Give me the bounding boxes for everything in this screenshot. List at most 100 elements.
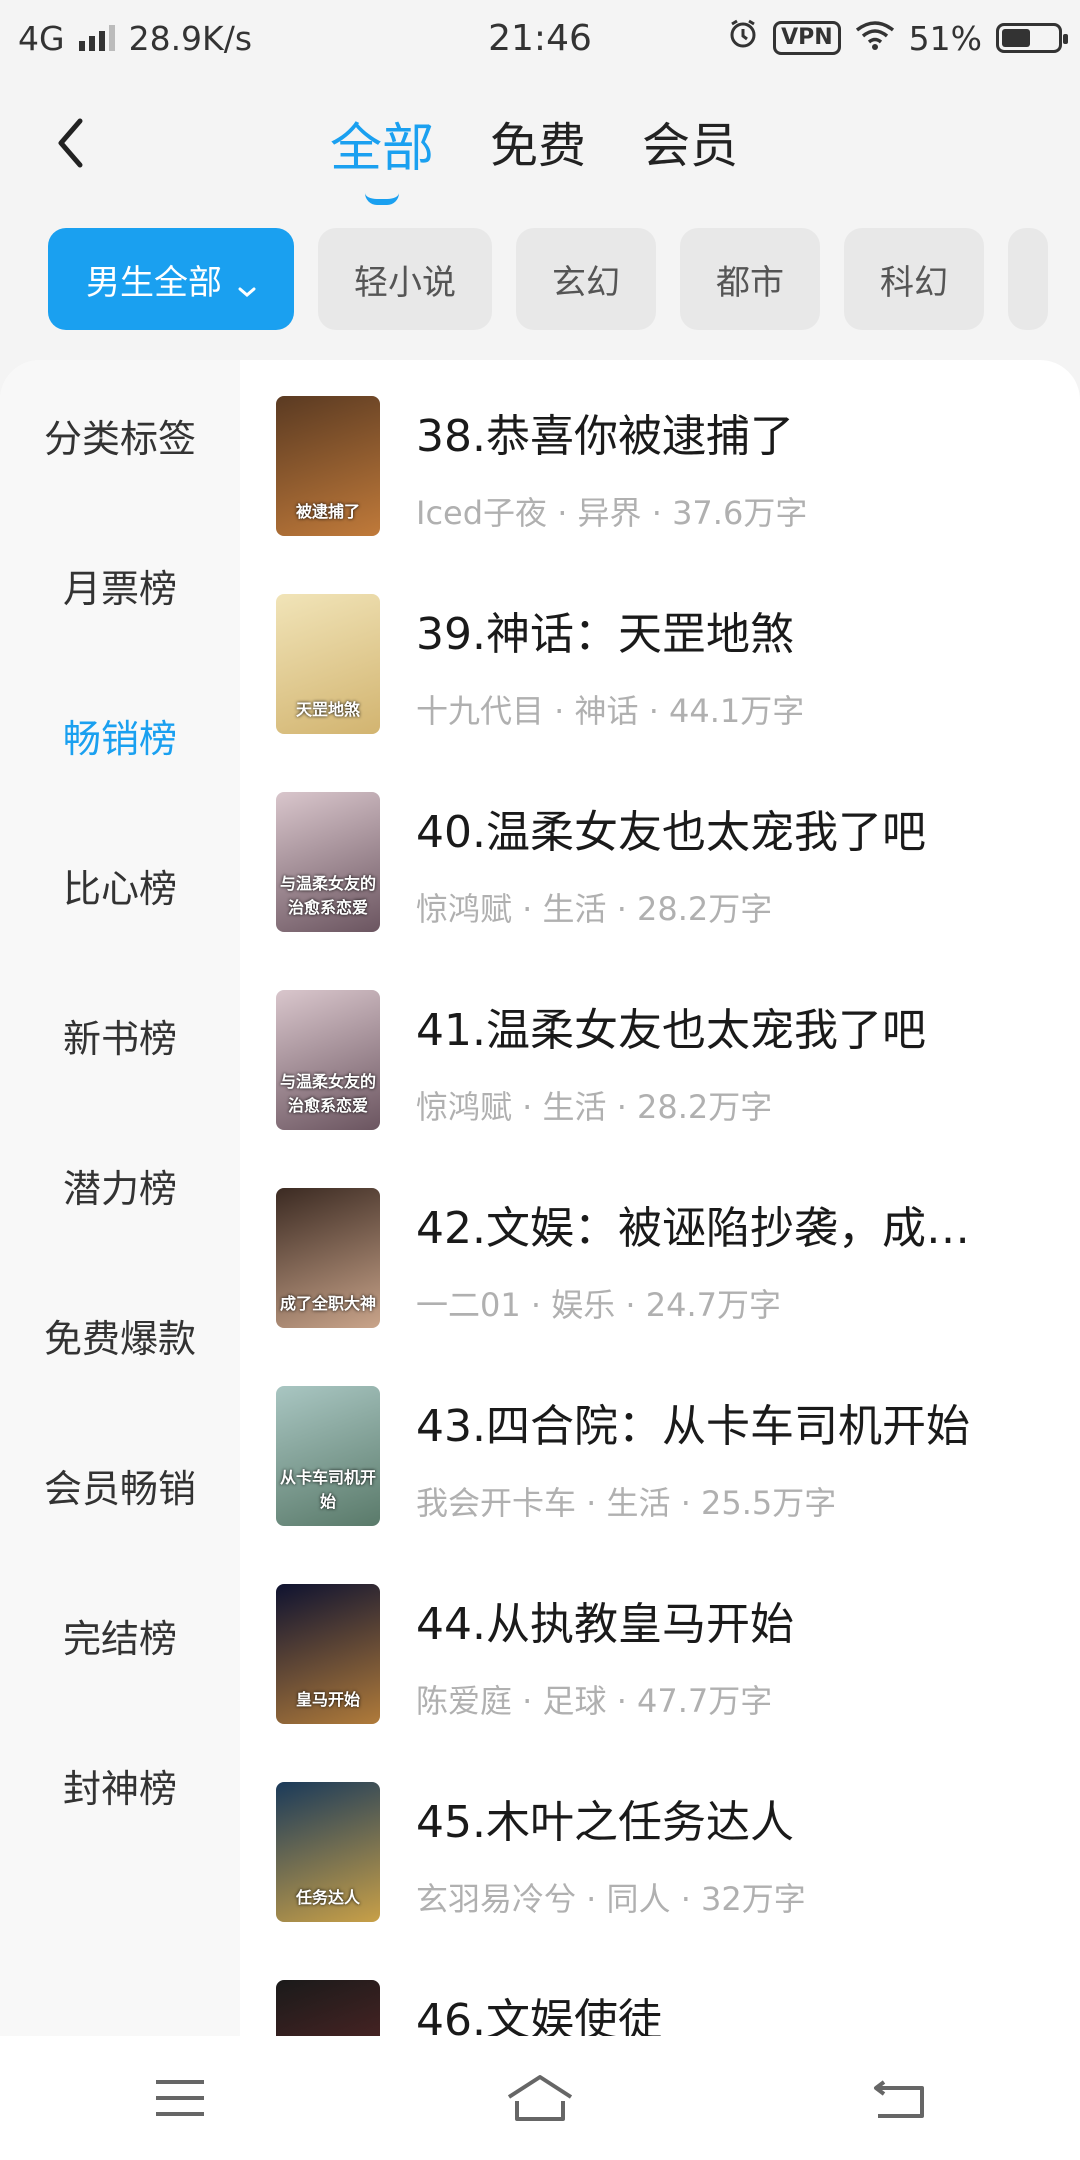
wifi-icon <box>855 19 895 58</box>
ranking-panel: 分类标签 月票榜 畅销榜 比心榜 新书榜 潜力榜 免费爆款 会员畅销 完结榜 封神榜 被逮捕了 38… <box>0 360 1080 2036</box>
tab-label: 免费 <box>490 118 587 174</box>
battery-percent: 51% <box>908 18 982 58</box>
battery-icon <box>996 23 1068 53</box>
filter-chip-label: 玄幻 <box>552 262 620 303</box>
filter-chip-label: 科幻 <box>880 262 948 303</box>
network-speed: 28.9K/s <box>128 18 253 58</box>
filter-chip-more[interactable] <box>1008 228 1048 330</box>
book-info: 43.四合院：从卡车司机开始我会开卡车 · 生活 · 25.5万字 <box>416 1386 970 1536</box>
book-row[interactable]: 天罡地煞 39.神话：天罡地煞十九代目 · 神话 · 44.1万字 <box>276 594 1050 744</box>
status-bar: 4G 28.9K/s 21:46 VPN 51% <box>0 0 1080 76</box>
cover-title-art: 皇马开始 <box>295 1690 360 1709</box>
book-cover[interactable] <box>276 1980 380 2036</box>
book-title[interactable]: 44.从执教皇马开始 <box>416 1588 794 1652</box>
book-row[interactable]: 皇马开始 44.从执教皇马开始陈爱庭 · 足球 · 47.7万字 <box>276 1584 1050 1734</box>
signal-icon <box>78 25 115 51</box>
book-info: 45.木叶之任务达人 玄羽易冷兮 · 同人 · 32万字 <box>416 1782 806 1932</box>
book-cover[interactable]: 从卡车司机开始 <box>276 1386 380 1526</box>
sidebar-item-3[interactable]: 比心榜 <box>0 810 240 960</box>
battery-fill <box>1002 29 1030 47</box>
filter-chip-label: 都市 <box>716 262 784 303</box>
sidebar-item-5[interactable]: 潜力榜 <box>0 1110 240 1260</box>
cover-title-art: 被逮捕了 <box>295 502 360 521</box>
sidebar-item-0[interactable]: 分类标签 <box>0 360 240 510</box>
book-cover[interactable]: 与温柔女友的治愈系恋爱 <box>276 990 380 1130</box>
filter-chip-1[interactable]: 轻小说 <box>318 228 492 330</box>
filter-chip-3[interactable]: 都市 <box>680 228 820 330</box>
menu-icon <box>156 2080 204 2116</box>
book-row[interactable]: 成了全职大神 42.文娱：被诬陷抄袭，成… 一二01 · 娱乐 · 24.7万字 <box>276 1188 1050 1338</box>
book-cover[interactable]: 皇马开始 <box>276 1584 380 1724</box>
sidebar-item-4[interactable]: 新书榜 <box>0 960 240 1110</box>
status-right: VPN 51% <box>727 18 1068 58</box>
tab-label: 会员 <box>642 118 739 174</box>
book-title[interactable]: 40.温柔女友也太宠我了吧 <box>416 796 926 860</box>
network-type: 4G <box>18 18 65 58</box>
book-info: 38.恭喜你被逮捕了 Iced子夜 · 异界 · 37.6万字 <box>416 396 807 546</box>
book-title[interactable]: 46.文娱使徒 <box>416 1984 662 2036</box>
sidebar-item-2[interactable]: 畅销榜 <box>0 660 240 810</box>
sidebar-item-7[interactable]: 会员畅销 <box>0 1410 240 1560</box>
book-cover[interactable]: 与温柔女友的治愈系恋爱 <box>276 792 380 932</box>
book-info: 41.温柔女友也太宠我了吧 惊鸿赋 · 生活 · 28.2万字 <box>416 990 926 1140</box>
system-nav-bar <box>0 2036 1080 2160</box>
book-meta: Iced子夜 · 异界 · 37.6万字 <box>416 494 808 532</box>
book-cover[interactable]: 成了全职大神 <box>276 1188 380 1328</box>
return-icon <box>874 2080 924 2118</box>
cover-title-art: 任务达人 <box>295 1888 360 1907</box>
back-button[interactable] <box>40 108 100 178</box>
book-meta: 陈爱庭 · 足球 · 47.7万字 <box>416 1682 773 1720</box>
tab-1[interactable]: 免费 <box>490 106 586 205</box>
sidebar-item-1[interactable]: 月票榜 <box>0 510 240 660</box>
cover-title-art: 与温柔女友的治愈系恋爱 <box>280 874 377 917</box>
book-title[interactable]: 45.木叶之任务达人 <box>416 1786 806 1850</box>
tab-0[interactable]: 全部 <box>330 106 434 205</box>
sidebar-item-6[interactable]: 免费爆款 <box>0 1260 240 1410</box>
book-row[interactable]: 与温柔女友的治愈系恋爱 41.温柔女友也太宠我了吧 惊鸿赋 · 生活 · 28.2万… <box>276 990 1050 1140</box>
book-row[interactable]: 被逮捕了 38.恭喜你被逮捕了 Iced子夜 · 异界 · 37.6万字 <box>276 396 1050 546</box>
cover-title-art: 天罡地煞 <box>295 700 360 719</box>
tab-bar: 全部 免费 会员 <box>330 106 738 205</box>
book-info: 44.从执教皇马开始陈爱庭 · 足球 · 47.7万字 <box>416 1584 794 1734</box>
book-title[interactable]: 43.四合院：从卡车司机开始 <box>416 1390 970 1454</box>
book-info: 39.神话：天罡地煞十九代目 · 神话 · 44.1万字 <box>416 594 804 744</box>
filter-chip-label: 男生全部 <box>86 262 222 303</box>
book-title[interactable]: 42.文娱：被诬陷抄袭，成… <box>416 1192 970 1256</box>
book-cover[interactable]: 天罡地煞 <box>276 594 380 734</box>
filter-chip-2[interactable]: 玄幻 <box>516 228 656 330</box>
filter-chip-0[interactable]: 男生全部 <box>48 228 294 330</box>
book-row[interactable]: 任务达人 45.木叶之任务达人 玄羽易冷兮 · 同人 · 32万字 <box>276 1782 1050 1932</box>
sidebar-item-9[interactable]: 封神榜 <box>0 1710 240 1860</box>
book-title[interactable]: 38.恭喜你被逮捕了 <box>416 400 807 464</box>
chevron-left-icon <box>58 118 83 168</box>
menu-button[interactable] <box>135 2063 225 2133</box>
status-left: 4G 28.9K/s <box>18 19 252 58</box>
book-row[interactable]: 与温柔女友的治愈系恋爱 40.温柔女友也太宠我了吧 惊鸿赋 · 生活 · 28.2万… <box>276 792 1050 942</box>
home-button[interactable] <box>495 2063 585 2133</box>
cover-title-art: 与温柔女友的治愈系恋爱 <box>280 1072 377 1115</box>
book-row[interactable]: 46.文娱使徒 <box>276 1980 1050 2036</box>
sidebar-item-8[interactable]: 完结榜 <box>0 1560 240 1710</box>
book-cover[interactable]: 被逮捕了 <box>276 396 380 536</box>
vpn-badge: VPN <box>773 21 841 55</box>
book-cover[interactable]: 任务达人 <box>276 1782 380 1922</box>
home-icon <box>507 2075 573 2121</box>
cover-title-art: 从卡车司机开始 <box>280 1468 377 1511</box>
book-title[interactable]: 41.温柔女友也太宠我了吧 <box>416 994 926 1058</box>
book-info: 40.温柔女友也太宠我了吧 惊鸿赋 · 生活 · 28.2万字 <box>416 792 926 942</box>
chevron-down-icon <box>238 270 256 297</box>
filter-chip-4[interactable]: 科幻 <box>844 228 984 330</box>
tab-indicator <box>365 193 399 205</box>
book-row[interactable]: 从卡车司机开始 43.四合院：从卡车司机开始我会开卡车 · 生活 · 25.5万字 <box>276 1386 1050 1536</box>
book-list: 被逮捕了 38.恭喜你被逮捕了 Iced子夜 · 异界 · 37.6万字天罡地煞 39… <box>240 360 1080 2036</box>
tab-2[interactable]: 会员 <box>642 106 738 205</box>
book-info: 42.文娱：被诬陷抄袭，成… 一二01 · 娱乐 · 24.7万字 <box>416 1188 970 1338</box>
book-meta: 十九代目 · 神话 · 44.1万字 <box>416 692 805 730</box>
book-meta: 我会开卡车 · 生活 · 25.5万字 <box>416 1484 837 1522</box>
book-title[interactable]: 39.神话：天罡地煞 <box>416 598 804 662</box>
alarm-icon <box>727 18 759 58</box>
back-nav-button[interactable] <box>855 2063 945 2133</box>
book-meta: 一二01 · 娱乐 · 24.7万字 <box>416 1286 782 1324</box>
tab-label: 全部 <box>330 119 435 179</box>
filter-chip-label: 轻小说 <box>354 262 456 303</box>
